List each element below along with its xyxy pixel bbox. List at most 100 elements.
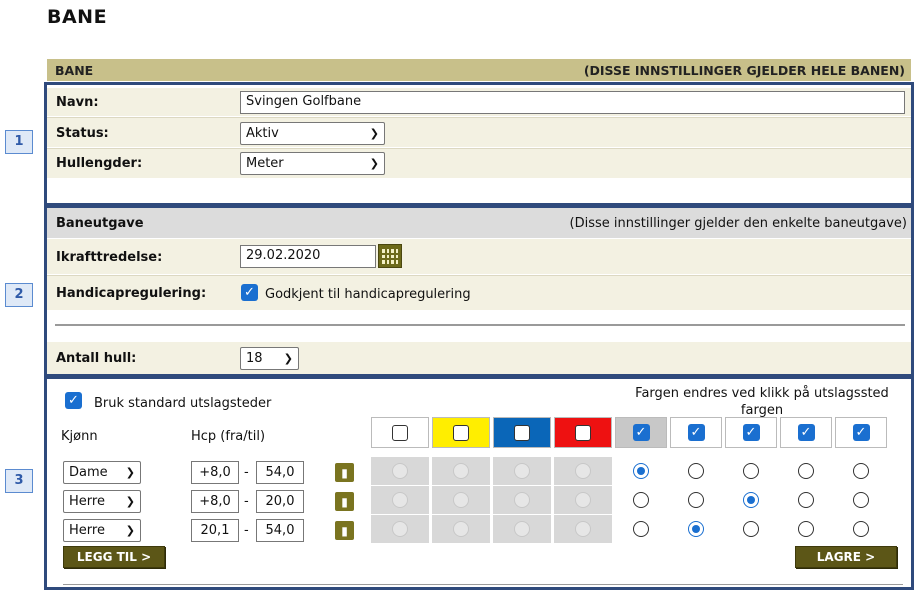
tee-6-swatch[interactable]: ✓ — [670, 417, 722, 448]
tee-radio[interactable] — [798, 492, 814, 508]
tee-grey-checkbox[interactable]: ✓ — [632, 424, 650, 441]
color-hint: Fargen endres ved klikk på utslagssted f… — [635, 386, 889, 418]
tee-radio-cell — [371, 486, 429, 514]
name-input[interactable]: Svingen Golfbane — [240, 91, 905, 114]
tee-radio[interactable] — [798, 521, 814, 537]
add-row-button[interactable]: LEGG TIL > — [63, 546, 165, 568]
tee-6-checkbox[interactable]: ✓ — [687, 424, 705, 441]
lengths-select[interactable]: Meter ❯ — [240, 152, 385, 175]
tee-radio[interactable] — [688, 463, 704, 479]
course-settings-box: Navn: Svingen Golfbane Status: Aktiv ❯ H… — [44, 82, 914, 206]
bottom-divider — [63, 584, 903, 585]
hcp-from-input-2[interactable]: +8,0 — [191, 490, 239, 513]
chevron-down-icon: ❯ — [125, 495, 135, 508]
tee-8-swatch[interactable]: ✓ — [780, 417, 832, 448]
tee-radio — [514, 492, 530, 508]
tee-radio[interactable] — [633, 492, 649, 508]
tee-radio-cell — [780, 457, 832, 485]
gender-select-1[interactable]: Dame ❯ — [63, 461, 141, 484]
gender-value-1: Dame — [69, 465, 108, 480]
tee-7-swatch[interactable]: ✓ — [725, 417, 777, 448]
lengths-value: Meter — [246, 156, 284, 171]
tee-radio[interactable] — [688, 521, 704, 537]
tee-radio-cell — [432, 515, 490, 543]
edition-settings-box: Baneutgave (Disse innstillinger gjelder … — [44, 205, 914, 377]
chevron-down-icon: ❯ — [369, 157, 379, 170]
tee-radio[interactable] — [743, 521, 759, 537]
tee-radio[interactable] — [633, 521, 649, 537]
tee-radio-cell — [432, 486, 490, 514]
tee-color-row: ✓ ✓ ✓ ✓ ✓ — [371, 417, 887, 448]
tee-radio — [453, 492, 469, 508]
standard-tees-checkbox[interactable]: ✓ — [65, 392, 82, 409]
tee-radio-grid — [371, 457, 911, 544]
tee-radio-cell — [725, 486, 777, 514]
section-badge-1: 1 — [5, 130, 33, 154]
tee-radio[interactable] — [853, 463, 869, 479]
tee-radio — [575, 521, 591, 537]
save-button[interactable]: LAGRE > — [795, 546, 897, 568]
status-row: Status: Aktiv ❯ — [47, 118, 911, 147]
hcp-to-input-1[interactable]: 54,0 — [256, 461, 304, 484]
holes-select[interactable]: 18 ❯ — [240, 347, 299, 370]
tee-8-checkbox[interactable]: ✓ — [797, 424, 815, 441]
tee-radio[interactable] — [743, 492, 759, 508]
standard-tees-label: Bruk standard utslagsteder — [94, 396, 272, 411]
status-select[interactable]: Aktiv ❯ — [240, 122, 385, 145]
tee-radio-cell — [615, 486, 667, 514]
status-label: Status: — [56, 126, 109, 141]
tee-red-checkbox[interactable] — [575, 424, 591, 441]
tee-radio-cell — [615, 515, 667, 543]
gender-select-2[interactable]: Herre ❯ — [63, 490, 141, 513]
trash-icon[interactable]: ▮ — [335, 463, 354, 482]
handicap-checkbox[interactable]: ✓ — [241, 284, 258, 301]
holes-row: Antall hull: 18 ❯ — [47, 342, 911, 374]
tee-9-checkbox[interactable]: ✓ — [852, 424, 870, 441]
chevron-down-icon: ❯ — [125, 524, 135, 537]
tee-radio-row — [371, 515, 911, 543]
tee-radio[interactable] — [743, 463, 759, 479]
tee-radio-cell — [432, 457, 490, 485]
tee-yellow-swatch[interactable] — [432, 417, 490, 448]
hcp-from-input-3[interactable]: 20,1 — [191, 519, 239, 542]
chevron-down-icon: ❯ — [125, 466, 135, 479]
section-badge-2: 2 — [5, 283, 33, 307]
tee-radio-cell — [554, 486, 612, 514]
tee-radio-cell — [670, 486, 722, 514]
page-title: BANE — [47, 6, 108, 28]
tee-radio[interactable] — [688, 492, 704, 508]
tee-white-checkbox[interactable] — [392, 424, 408, 441]
tee-grey-swatch[interactable]: ✓ — [615, 417, 667, 448]
trash-icon[interactable]: ▮ — [335, 492, 354, 511]
bane-header-note: (DISSE INNSTILLINGER GJELDER HELE BANEN) — [583, 63, 905, 78]
tee-blue-checkbox[interactable] — [514, 424, 530, 441]
dash: - — [244, 494, 249, 509]
tee-radio — [514, 521, 530, 537]
tee-white-swatch[interactable] — [371, 417, 429, 448]
calendar-icon[interactable] — [378, 244, 402, 268]
tee-radio-cell — [835, 457, 887, 485]
tee-blue-swatch[interactable] — [493, 417, 551, 448]
hcp-to-input-3[interactable]: 54,0 — [256, 519, 304, 542]
hcp-from-input-1[interactable]: +8,0 — [191, 461, 239, 484]
tee-radio[interactable] — [853, 521, 869, 537]
hcp-to-input-2[interactable]: 20,0 — [256, 490, 304, 513]
tee-radio[interactable] — [853, 492, 869, 508]
tee-yellow-checkbox[interactable] — [453, 424, 469, 441]
name-row: Navn: Svingen Golfbane — [47, 88, 911, 116]
tee-radio-cell — [780, 486, 832, 514]
tee-9-swatch[interactable]: ✓ — [835, 417, 887, 448]
holes-value: 18 — [246, 351, 263, 366]
gender-select-3[interactable]: Herre ❯ — [63, 519, 141, 542]
tees-box: ✓ Bruk standard utslagsteder Fargen endr… — [44, 376, 914, 590]
dash: - — [244, 465, 249, 480]
tee-7-checkbox[interactable]: ✓ — [742, 424, 760, 441]
effective-date-input[interactable]: 29.02.2020 — [240, 245, 376, 268]
tee-radio[interactable] — [798, 463, 814, 479]
dash: - — [244, 523, 249, 538]
tee-red-swatch[interactable] — [554, 417, 612, 448]
trash-icon[interactable]: ▮ — [335, 521, 354, 540]
effective-label: Ikrafttredelse: — [56, 250, 163, 265]
status-value: Aktiv — [246, 126, 279, 141]
tee-radio[interactable] — [633, 463, 649, 479]
